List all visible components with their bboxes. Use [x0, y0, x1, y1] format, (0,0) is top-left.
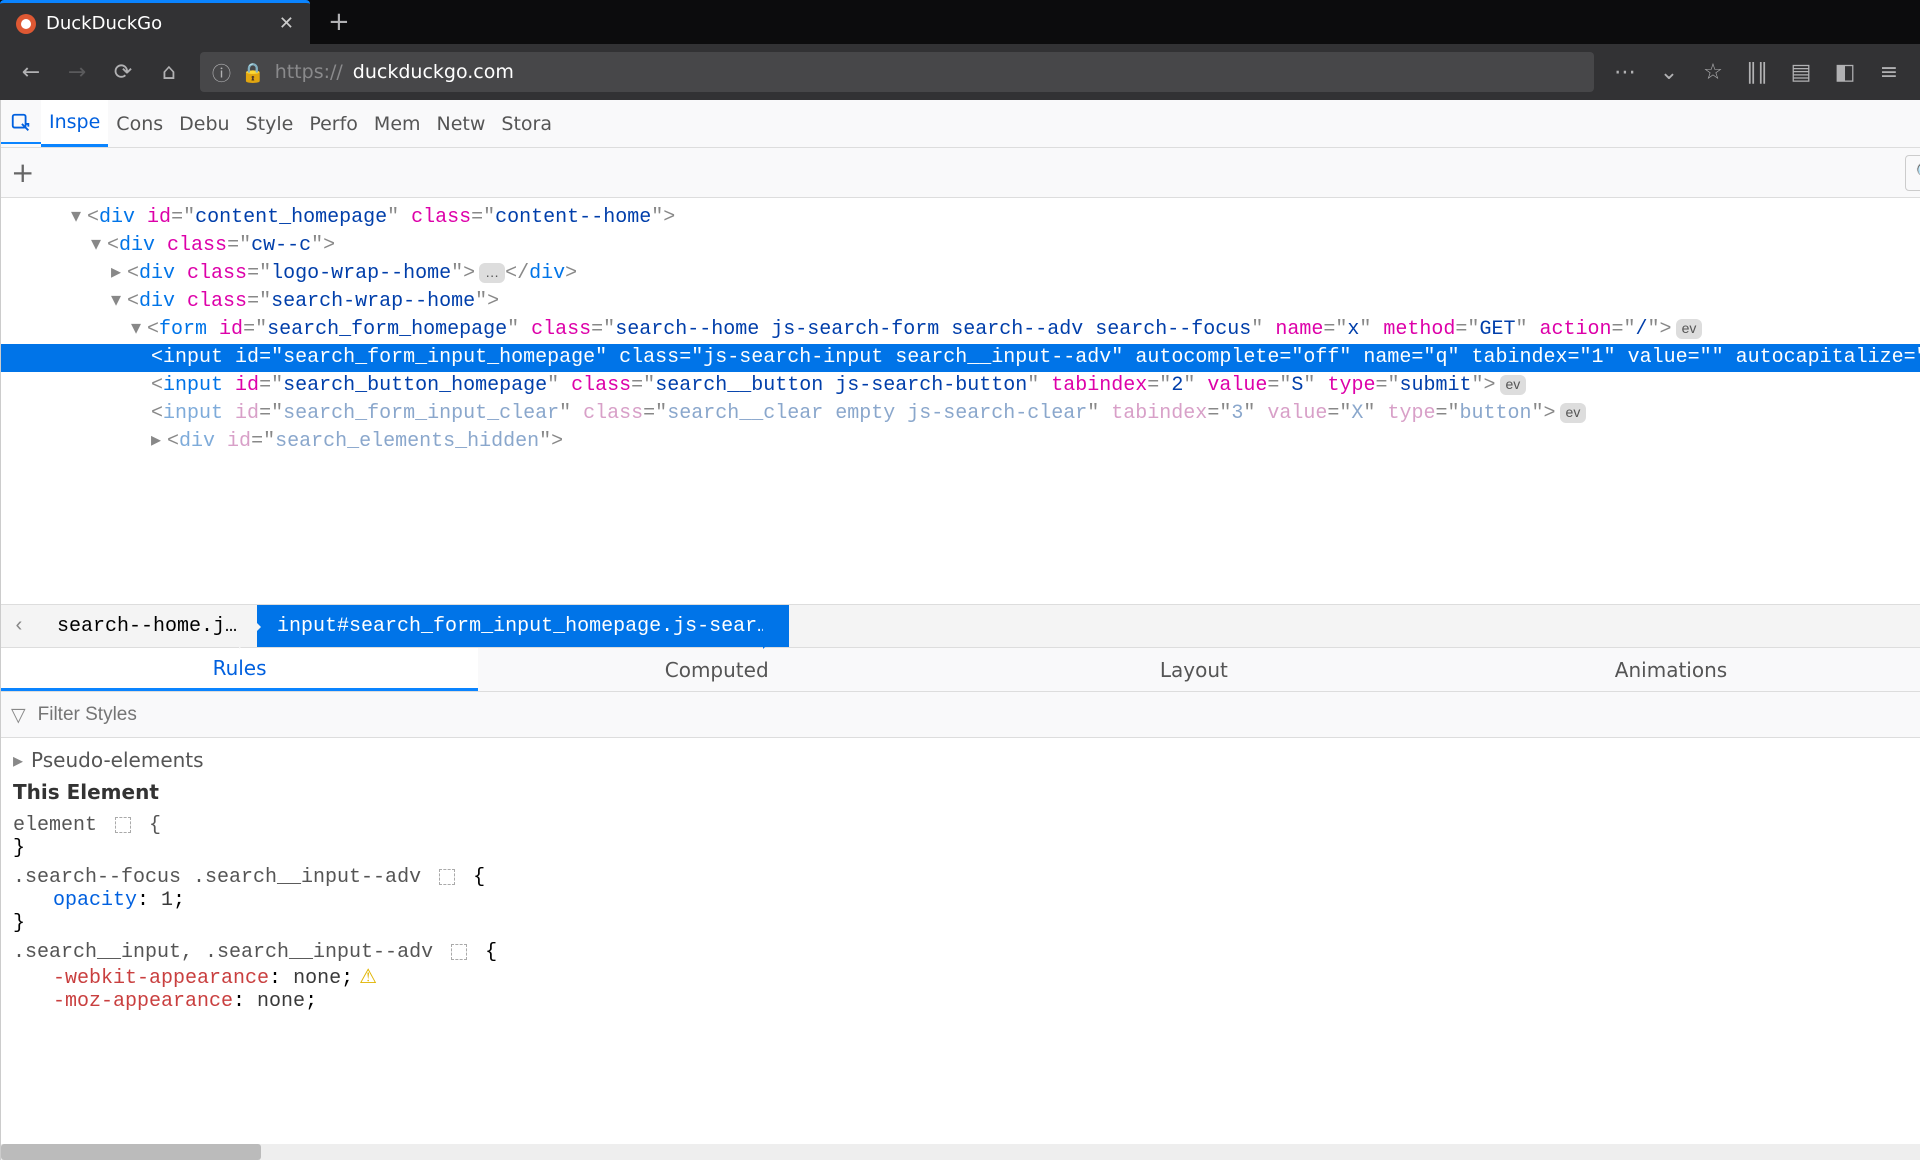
markup-row[interactable]: <input id="search_form_input_homepage" c… [1, 344, 1920, 372]
twisty-icon[interactable]: ▾ [111, 288, 127, 316]
lock-icon[interactable]: 🔒 [241, 61, 265, 84]
css-property[interactable]: -webkit-appearance [53, 967, 269, 990]
nav-bar: ← → ⟳ ⌂ ⓘ 🔒 https:// duckduckgo.com ⋯ ⌄ ☆… [0, 44, 1920, 100]
markup-row[interactable]: ▾<div class="cw--c"> [1, 232, 1920, 260]
event-badge[interactable]: ev [1676, 319, 1703, 339]
page-actions-icon[interactable]: ⋯ [1604, 51, 1646, 93]
tab-storage[interactable]: Stora [493, 100, 560, 147]
twisty-icon[interactable]: ▸ [111, 260, 127, 288]
info-icon[interactable]: ⓘ [212, 59, 231, 86]
rule-selector: .search__input, .search__input--adv [13, 941, 433, 964]
tab-animations[interactable]: Animations [1432, 648, 1909, 691]
forward-button[interactable]: → [56, 51, 98, 93]
tab-title: DuckDuckGo [46, 13, 162, 34]
devtools-toolbar: Inspe Cons Debu Style Perfo Mem Netw Sto… [1, 100, 1920, 148]
back-button[interactable]: ← [10, 51, 52, 93]
event-badge[interactable]: ev [1500, 375, 1527, 395]
breadcrumb-prev-button[interactable]: ‹ [1, 615, 37, 638]
css-value[interactable]: none [257, 990, 305, 1013]
new-tab-button[interactable]: + [310, 7, 368, 37]
markup-row[interactable]: ▸<div class="logo-wrap--home">…</div> [1, 260, 1920, 288]
twisty-icon[interactable]: ▾ [91, 232, 107, 260]
tab-network[interactable]: Netw [429, 100, 494, 147]
tab-debugger[interactable]: Debu [171, 100, 237, 147]
css-property[interactable]: -moz-appearance [53, 990, 233, 1013]
search-icon: 🔍 [1916, 161, 1920, 184]
pseudo-elements-header: Pseudo-elements [31, 748, 204, 772]
element-picker-button[interactable] [1, 104, 41, 144]
horizontal-scrollbar[interactable] [1, 1144, 1920, 1160]
add-node-button[interactable]: + [11, 156, 34, 189]
selector-highlighter-icon[interactable] [439, 869, 455, 885]
favicon-icon [16, 14, 36, 34]
reload-button[interactable]: ⟳ [102, 51, 144, 93]
library-icon[interactable]: ∥∥ [1736, 51, 1778, 93]
devtools-tabs: Inspe Cons Debu Style Perfo Mem Netw Sto… [41, 100, 560, 147]
twisty-icon[interactable]: ▾ [131, 316, 147, 344]
rule-block[interactable]: .search--focus .search__input--adv { s15… [13, 866, 1920, 935]
url-host: duckduckgo.com [353, 61, 514, 83]
css-value[interactable]: 1 [161, 889, 173, 912]
tab-inspector[interactable]: Inspe [41, 100, 108, 147]
markup-tree[interactable]: ▾<div id="content_homepage" class="conte… [1, 198, 1920, 604]
close-tab-icon[interactable]: ✕ [279, 13, 294, 34]
markup-row[interactable]: <input id="search_form_input_clear" clas… [1, 400, 1920, 428]
css-value[interactable]: none [293, 967, 341, 990]
rule-block[interactable]: .search__input, .search__input--adv { s1… [13, 941, 1920, 1013]
tab-strip: DuckDuckGo ✕ + [0, 0, 1920, 44]
addon-icon[interactable]: ◧ [1824, 51, 1866, 93]
pocket-icon[interactable]: ⌄ [1648, 51, 1690, 93]
tab-performance[interactable]: Perfo [301, 100, 366, 147]
url-protocol: https:// [275, 61, 343, 83]
breadcrumb: ‹ search--home.j… input#search_form_inpu… [1, 604, 1920, 648]
tab-memory[interactable]: Mem [366, 100, 429, 147]
twisty-icon[interactable]: ▸ [13, 748, 23, 772]
home-button[interactable]: ⌂ [148, 51, 190, 93]
warning-icon[interactable]: ⚠ [359, 967, 377, 990]
filter-icon: ▽ [11, 704, 26, 726]
markup-row[interactable]: ▾<div class="search-wrap--home"> [1, 288, 1920, 316]
rule-selector: element [13, 814, 97, 837]
filter-bar: ▽ + ⎘ .cls [1, 692, 1920, 738]
tab-rules[interactable]: Rules [1, 648, 478, 691]
content-area: DuckDuckGo input#search_form_input_homep… [0, 100, 1920, 1160]
markup-row[interactable]: ▾<div id="content_homepage" class="conte… [1, 204, 1920, 232]
breadcrumb-current[interactable]: input#search_form_input_homepage.js-sear… [257, 605, 789, 647]
filter-styles-input[interactable] [38, 704, 1920, 726]
sidebar-icon[interactable]: ▤ [1780, 51, 1822, 93]
rules-tabs: Rules Computed Layout Animations Fonts [1, 648, 1920, 692]
selector-highlighter-icon[interactable] [451, 944, 467, 960]
css-property[interactable]: opacity [53, 889, 137, 912]
bookmark-icon[interactable]: ☆ [1692, 51, 1734, 93]
twisty-icon[interactable]: ▸ [151, 428, 167, 456]
devtools-panel: Inspe Cons Debu Style Perfo Mem Netw Sto… [0, 100, 1920, 1160]
browser-chrome: DuckDuckGo ✕ + ← → ⟳ ⌂ ⓘ 🔒 https:// duckd… [0, 0, 1920, 100]
markup-toolbar: + 🔍 Search HTML ✎ ◱ [1, 148, 1920, 198]
markup-row[interactable]: ▾<form id="search_form_homepage" class="… [1, 316, 1920, 344]
tab-layout[interactable]: Layout [955, 648, 1432, 691]
url-bar[interactable]: ⓘ 🔒 https:// duckduckgo.com [200, 52, 1594, 92]
tab-style[interactable]: Style [238, 100, 302, 147]
tab-console[interactable]: Cons [108, 100, 171, 147]
menu-icon[interactable]: ≡ [1868, 51, 1910, 93]
rule-block[interactable]: element { inline} [13, 814, 1920, 860]
tab-fonts[interactable]: Fonts [1910, 648, 1920, 691]
event-badge[interactable]: ev [1560, 403, 1587, 423]
tab-computed[interactable]: Computed [478, 648, 955, 691]
breadcrumb-item[interactable]: search--home.j… [37, 605, 257, 647]
browser-tab[interactable]: DuckDuckGo ✕ [0, 0, 310, 44]
twisty-icon[interactable]: ▾ [71, 204, 87, 232]
markup-row[interactable]: ▸<div id="search_elements_hidden"> [1, 428, 1920, 456]
markup-row[interactable]: <input id="search_button_homepage" class… [1, 372, 1920, 400]
rules-panel[interactable]: ▸ Pseudo-elements This Element element { … [1, 738, 1920, 1144]
search-html-input[interactable]: 🔍 Search HTML [1905, 155, 1920, 191]
selector-highlighter-icon[interactable] [115, 817, 131, 833]
rule-selector: .search--focus .search__input--adv [13, 866, 421, 889]
this-element-header: This Element [13, 776, 1920, 808]
